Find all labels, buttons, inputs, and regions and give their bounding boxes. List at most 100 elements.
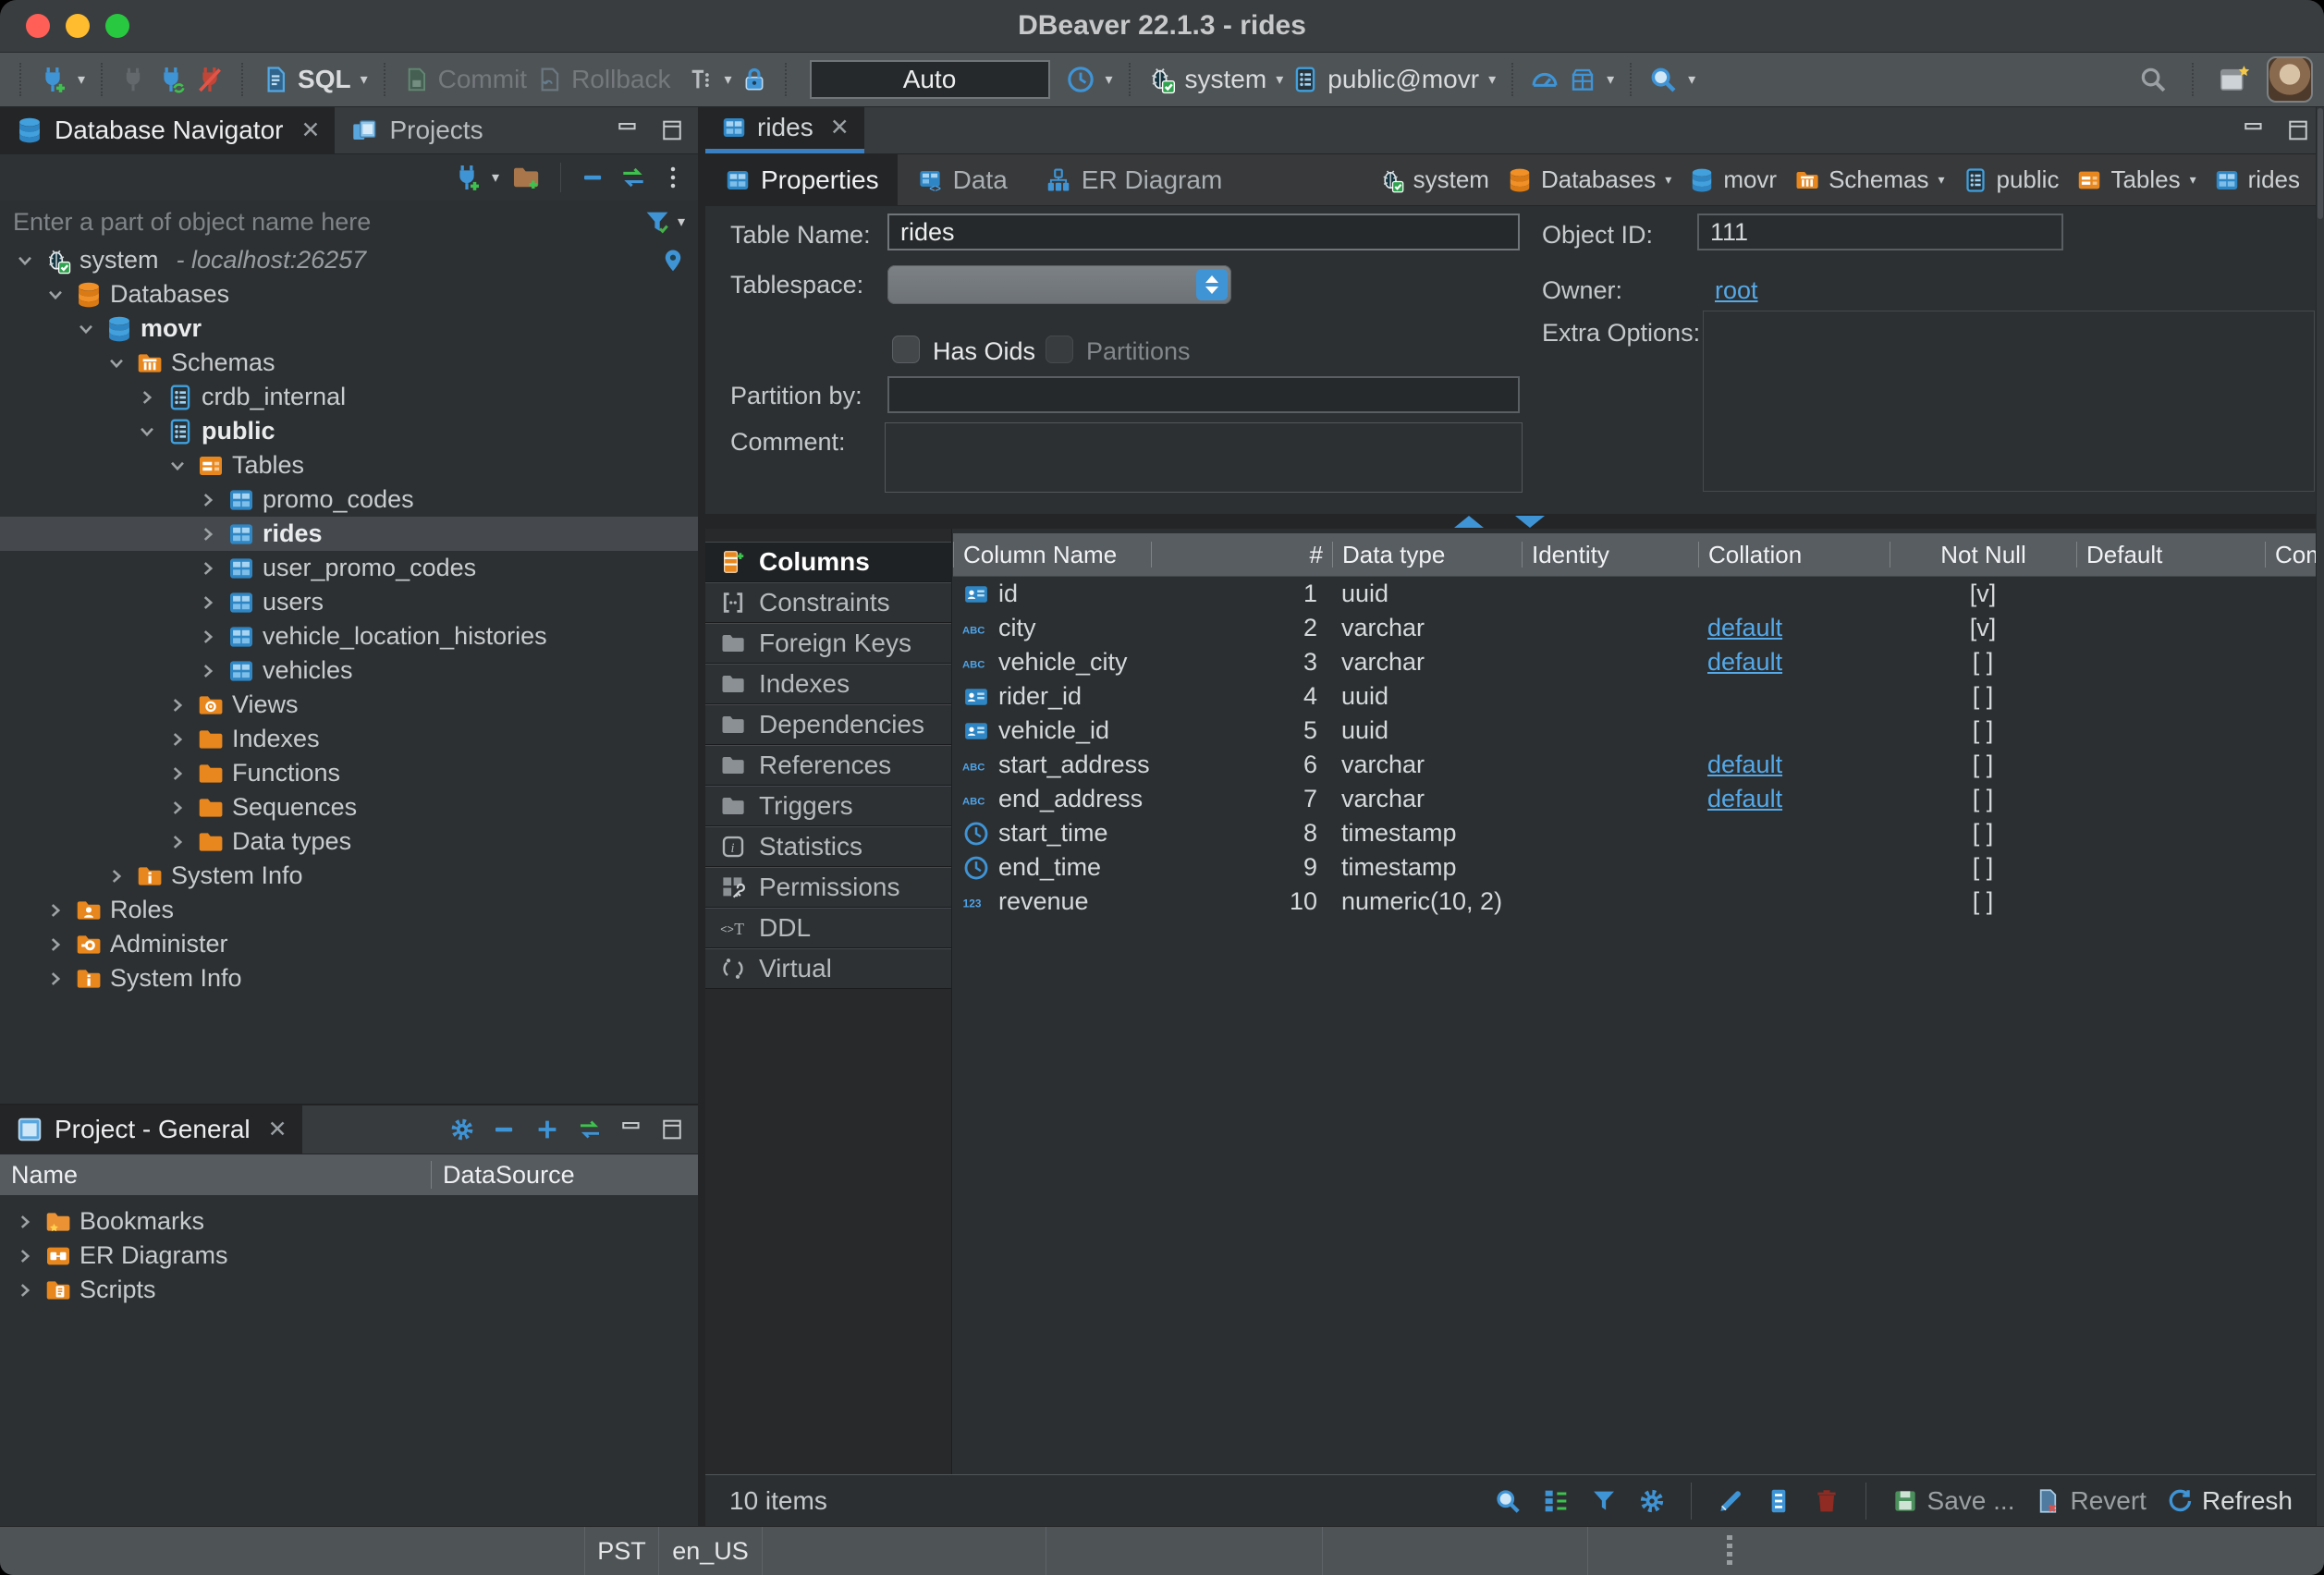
chev-right-icon[interactable] — [43, 967, 67, 991]
disconnect-button[interactable] — [194, 64, 226, 95]
object-tab-dependencies[interactable]: Dependencies — [705, 704, 951, 745]
close-icon[interactable]: ✕ — [268, 1116, 287, 1143]
tab-database-navigator[interactable]: Database Navigator ✕ — [0, 106, 335, 153]
object-tab-statistics[interactable]: i Statistics — [705, 826, 951, 867]
breadcrumb-item-public[interactable]: public — [1962, 165, 2060, 194]
object-tab-columns[interactable]: Columns — [705, 542, 951, 582]
tree-item-views[interactable]: Views — [0, 688, 698, 722]
subtab-er-diagram[interactable]: ER Diagram — [1026, 154, 1241, 205]
object-tab-foreign-keys[interactable]: Foreign Keys — [705, 623, 951, 664]
collapse-up-icon[interactable] — [1454, 516, 1484, 528]
column-header-column-name[interactable]: Column Name — [953, 542, 1151, 568]
new-folder-button[interactable] — [510, 162, 542, 193]
active-connection-combo[interactable]: system▾ — [1146, 64, 1284, 95]
breadcrumb-item-system[interactable]: system — [1378, 165, 1489, 194]
chev-right-icon[interactable] — [135, 385, 159, 409]
column-header-not-null[interactable]: Not Null — [1890, 542, 2076, 568]
statusbar-drag-handle[interactable] — [1727, 1535, 1732, 1565]
subtab-data[interactable]: <> Data — [898, 154, 1026, 205]
editor-scrollbar[interactable] — [2316, 106, 2324, 1527]
tree-item-data-types[interactable]: Data types — [0, 824, 698, 859]
tree-item-system-info[interactable]: System Info — [0, 859, 698, 893]
save-button[interactable]: Save ... — [1890, 1486, 2015, 1516]
owner-link[interactable]: root — [1715, 276, 1758, 305]
chev-down-icon[interactable] — [74, 317, 98, 341]
object-id-input[interactable] — [1697, 214, 2063, 250]
chev-down-icon[interactable] — [13, 249, 37, 273]
chev-right-icon[interactable] — [104, 864, 128, 888]
horizontal-sash[interactable] — [705, 514, 2317, 529]
tree-item-vehicle-location-histories[interactable]: vehicle_location_histories — [0, 619, 698, 653]
minimize-panel-icon[interactable] — [618, 1117, 644, 1142]
column-header-data-type[interactable]: Data type — [1332, 542, 1522, 568]
extra-options-textarea[interactable] — [1703, 311, 2315, 492]
link-arrows-icon[interactable] — [576, 1116, 604, 1143]
chev-right-icon[interactable] — [43, 898, 67, 922]
filter-icon[interactable] — [642, 207, 672, 237]
column-header-collation[interactable]: Collation — [1698, 542, 1890, 568]
tree-item-users[interactable]: users — [0, 585, 698, 619]
table-row-end-address[interactable]: ABCend_address 7 varchar default [ ] — [953, 782, 2317, 816]
tree-item-sequences[interactable]: Sequences — [0, 790, 698, 824]
chev-right-icon[interactable] — [165, 693, 190, 717]
search-button[interactable]: ▾ — [1647, 64, 1695, 95]
commit-button[interactable]: Commit — [401, 65, 527, 94]
has-oids-checkbox[interactable] — [892, 336, 920, 363]
tree-item-administer[interactable]: Administer — [0, 927, 698, 961]
tablespace-select[interactable] — [887, 265, 1231, 304]
commit-mode-combo[interactable]: Auto — [810, 60, 1050, 99]
new-connection-button[interactable]: ▾ — [37, 64, 85, 95]
edit-icon[interactable] — [1716, 1486, 1745, 1516]
table-row-city[interactable]: ABCcity 2 varchar default [v] — [953, 611, 2317, 645]
collation-link[interactable]: default — [1707, 614, 1782, 642]
tree-item-user-promo-codes[interactable]: user_promo_codes — [0, 551, 698, 585]
table-row-end-time[interactable]: end_time 9 timestamp [ ] — [953, 850, 2317, 885]
add-column-icon[interactable] — [1764, 1486, 1793, 1516]
object-tab-permissions[interactable]: Permissions — [705, 867, 951, 908]
chev-down-icon[interactable] — [165, 454, 190, 478]
table-row-start-time[interactable]: start_time 8 timestamp [ ] — [953, 816, 2317, 850]
chev-right-icon[interactable] — [165, 830, 190, 854]
search-icon[interactable] — [1493, 1486, 1523, 1516]
tab-project-general[interactable]: Project - General ✕ — [0, 1105, 302, 1154]
collation-link[interactable]: default — [1707, 751, 1782, 779]
expand-icon[interactable] — [533, 1116, 561, 1143]
tree-item-functions[interactable]: Functions — [0, 756, 698, 790]
collapse-all-button[interactable] — [580, 164, 607, 191]
chev-right-icon[interactable] — [165, 762, 190, 786]
chev-down-icon[interactable] — [135, 420, 159, 444]
tree-item-rides[interactable]: rides — [0, 517, 698, 551]
reconnect-button[interactable] — [155, 64, 187, 95]
gear-icon[interactable] — [1637, 1486, 1667, 1516]
object-tab-indexes[interactable]: Indexes — [705, 664, 951, 704]
link-with-editor-button[interactable] — [618, 163, 648, 192]
transaction-log-button[interactable]: ▾ — [1065, 64, 1113, 95]
revert-button[interactable]: Revert — [2033, 1486, 2146, 1516]
chev-right-icon[interactable] — [165, 727, 190, 751]
collation-link[interactable]: default — [1707, 785, 1782, 813]
panel-splitter[interactable] — [698, 106, 705, 1527]
transaction-mode-button[interactable]: ▾ — [687, 66, 731, 93]
table-row-revenue[interactable]: 123revenue 10 numeric(10, 2) [ ] — [953, 885, 2317, 919]
tree-item-promo-codes[interactable]: promo_codes — [0, 482, 698, 517]
tab-projects[interactable]: Projects — [335, 106, 497, 153]
active-database-combo[interactable]: public@movr▾ — [1290, 65, 1496, 94]
object-tab-virtual[interactable]: Virtual — [705, 948, 951, 989]
breadcrumb-item-rides[interactable]: rides — [2213, 165, 2300, 194]
breadcrumb-item-schemas[interactable]: Schemas ▾ — [1793, 165, 1944, 194]
tree-item-system-info[interactable]: System Info — [0, 961, 698, 995]
chev-right-icon[interactable] — [196, 625, 220, 649]
project-item-scripts[interactable]: Scripts — [0, 1273, 698, 1307]
column-header-default[interactable]: Default — [2076, 542, 2265, 568]
minimize-panel-icon[interactable] — [615, 117, 641, 143]
subtab-properties[interactable]: Properties — [705, 154, 898, 205]
dashboard-button[interactable] — [1529, 64, 1560, 95]
partitions-checkbox[interactable] — [1046, 336, 1073, 363]
gear-icon[interactable] — [448, 1116, 476, 1143]
lock-button[interactable] — [740, 65, 769, 94]
project-item-er-diagrams[interactable]: ER Diagrams — [0, 1239, 698, 1273]
breadcrumb-item-tables[interactable]: Tables ▾ — [2075, 165, 2196, 194]
table-row-start-address[interactable]: ABCstart_address 6 varchar default [ ] — [953, 748, 2317, 782]
close-icon[interactable]: ✕ — [300, 116, 320, 144]
rollback-button[interactable]: Rollback — [534, 65, 670, 94]
